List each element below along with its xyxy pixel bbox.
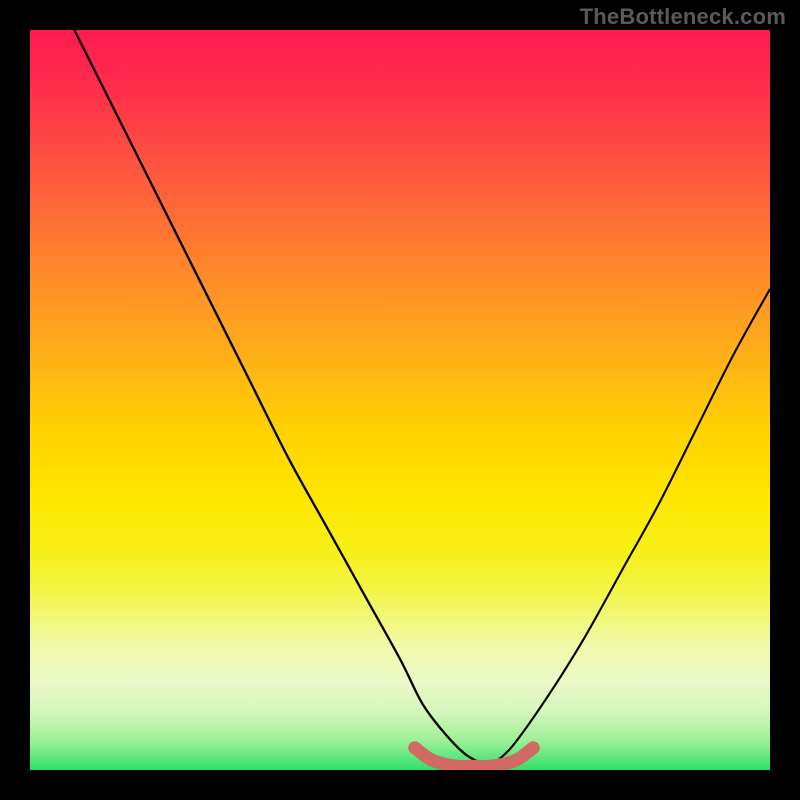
watermark-text: TheBottleneck.com	[580, 4, 786, 30]
right-curve	[489, 289, 770, 766]
chart-frame: TheBottleneck.com	[0, 0, 800, 800]
left-curve	[74, 30, 488, 766]
bottom-highlight	[415, 748, 533, 767]
curve-layer	[30, 30, 770, 770]
plot-area	[30, 30, 770, 770]
